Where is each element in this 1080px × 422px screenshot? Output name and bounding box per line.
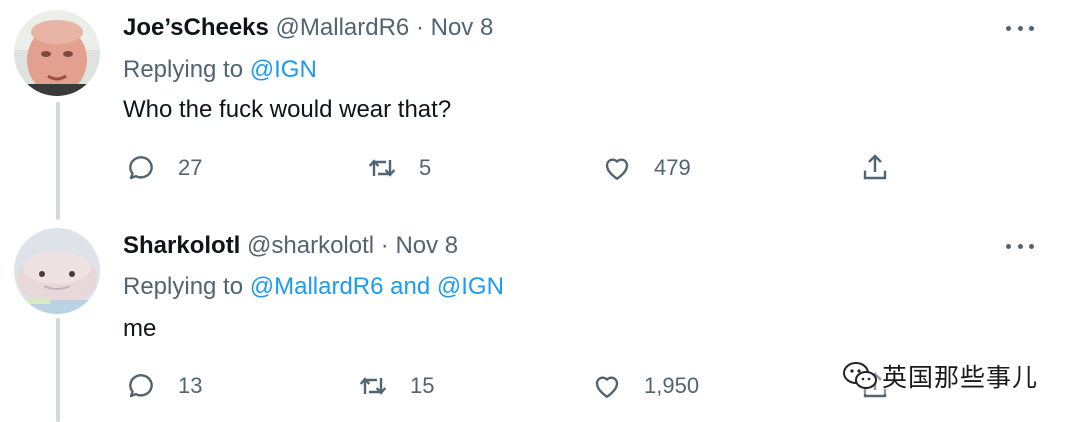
separator-dot: · [415,14,424,41]
display-name[interactable]: Joe’sCheeks [123,14,269,41]
watermark-text: 英国那些事儿 [882,363,1039,392]
tweet-date[interactable]: Nov 8 [431,14,494,41]
retweet-button[interactable]: 5 [365,150,431,186]
tweet[interactable]: Joe’sCheeks @MallardR6 · Nov 8 Replying … [0,0,1080,212]
replying-to: Replying to @IGN [123,56,317,84]
like-button[interactable]: 479 [600,150,691,186]
heart-icon [590,369,624,403]
tweet-date[interactable]: Nov 8 [395,232,458,259]
tweet-text: Who the fuck would wear that? [123,96,452,123]
watermark: 英国那些事儿 [842,358,1039,394]
replying-to: Replying to @MallardR6 and @IGN [123,273,504,301]
retweet-arrows-icon [356,369,390,403]
retweet-button[interactable]: 15 [356,368,434,404]
reply-button[interactable]: 27 [124,150,202,186]
avatar-photo-icon [14,10,100,96]
display-name[interactable]: Sharkolotl [123,232,240,259]
tweet-text: me [123,315,157,342]
reply-count: 13 [178,373,203,398]
speech-bubble-icon [124,369,158,403]
reply-button[interactable]: 13 [124,368,202,404]
reply-count: 27 [178,155,203,180]
mention-link[interactable]: @IGN [437,273,504,300]
avatar-plush-icon [14,228,100,314]
avatar[interactable] [14,228,100,314]
like-count: 479 [654,155,691,180]
user-handle[interactable]: @sharkolotl [247,232,374,259]
mention-link[interactable]: @IGN [250,56,317,83]
more-dots-icon[interactable] [1006,18,1034,38]
user-handle[interactable]: @MallardR6 [276,14,410,41]
mention-joiner: and [390,273,431,300]
retweet-arrows-icon [365,151,399,185]
separator-dot: · [380,232,389,259]
like-count: 1,950 [644,373,700,398]
tweet-header: Joe’sCheeks @MallardR6 · Nov 8 [123,14,493,42]
more-dots-icon[interactable] [1006,236,1034,256]
replying-label: Replying to [123,273,244,300]
tweet-actions: 27 5 479 [0,150,1080,186]
retweet-count: 15 [410,373,435,398]
share-upload-icon [858,151,892,185]
retweet-count: 5 [419,155,432,180]
heart-icon [600,151,634,185]
wechat-logo-icon [843,362,877,389]
mention-link[interactable]: @MallardR6 [250,273,384,300]
share-button[interactable] [858,150,892,186]
tweet-header: Sharkolotl @sharkolotl · Nov 8 [123,232,458,260]
replying-label: Replying to [123,56,244,83]
like-button[interactable]: 1,950 [590,368,699,404]
speech-bubble-icon [124,151,158,185]
avatar[interactable] [14,10,100,96]
tweet-thread: Joe’sCheeks @MallardR6 · Nov 8 Replying … [0,0,1080,422]
